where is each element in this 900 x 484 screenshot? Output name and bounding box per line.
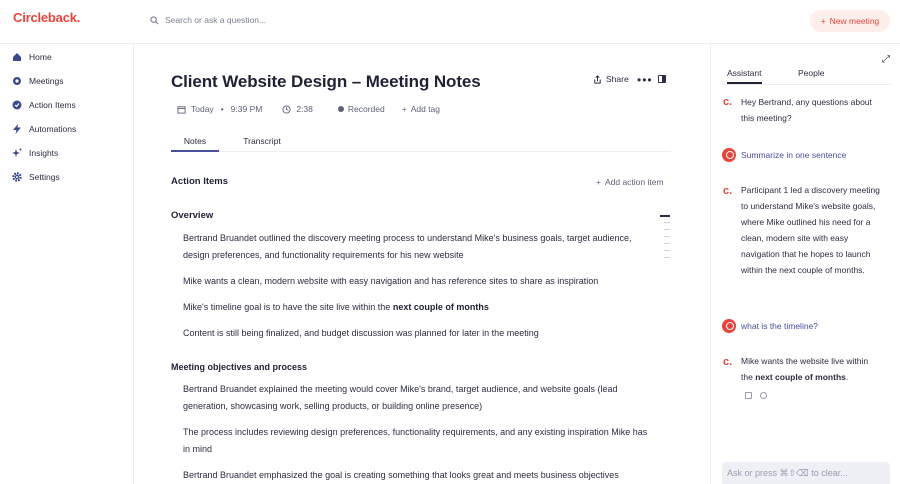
- add-action-item-label: Add action item: [604, 177, 664, 187]
- outline-minimap[interactable]: [664, 222, 670, 264]
- add-action-item-button[interactable]: + Add action item: [596, 177, 664, 187]
- meetings-icon: [13, 77, 21, 85]
- tab-notes[interactable]: Notes: [171, 136, 219, 152]
- objectives-bullet: Bertrand Bruandet emphasized the goal is…: [183, 470, 619, 480]
- more-options-icon[interactable]: •••: [637, 73, 653, 87]
- action-items-heading: Action Items: [171, 176, 229, 187]
- home-icon: [13, 53, 21, 61]
- clock-icon: [282, 104, 291, 114]
- sidebar-item-label: Settings: [29, 172, 60, 182]
- plus-icon: +: [596, 177, 601, 187]
- objectives-bullet: Bertrand Bruandet explained the meeting …: [183, 384, 618, 411]
- share-label: Share: [606, 74, 629, 84]
- sidebar-item-settings[interactable]: Settings: [12, 169, 60, 185]
- search-bar[interactable]: Search or ask a question...: [150, 15, 266, 25]
- sidebar-item-automations[interactable]: Automations: [12, 121, 76, 137]
- tab-transcript[interactable]: Transcript: [233, 136, 291, 152]
- tab-assistant[interactable]: Assistant: [727, 68, 762, 84]
- overview-bullet: Bertrand Bruandet outlined the discovery…: [183, 233, 632, 260]
- sidebar-item-insights[interactable]: Insights: [12, 145, 58, 161]
- meeting-notes-area: Client Website Design – Meeting Notes Sh…: [134, 44, 710, 484]
- record-dot-icon: [337, 106, 344, 112]
- bolt-icon: [13, 124, 21, 134]
- assistant-message: Hey Bertrand, any questions about this m…: [741, 97, 872, 123]
- top-bar: Circleback. Search or ask a question... …: [0, 0, 900, 44]
- circleback-logo-icon: c.: [723, 185, 733, 197]
- sparkle-icon: [12, 148, 22, 157]
- search-input[interactable]: Search or ask a question...: [165, 15, 266, 25]
- plus-icon: +: [820, 16, 826, 26]
- regenerate-icon[interactable]: [760, 392, 767, 399]
- assistant-panel: ⤢ Assistant People c. Hey Bertrand, any …: [710, 44, 900, 484]
- add-tag-label: Add tag: [410, 104, 441, 114]
- panel-toggle-icon[interactable]: [658, 75, 666, 83]
- sidebar-item-label: Meetings: [29, 76, 64, 86]
- tab-people[interactable]: People: [798, 68, 824, 84]
- collapse-icon[interactable]: [660, 215, 670, 217]
- recorded-label: Recorded: [347, 104, 385, 114]
- meeting-duration: 2:38: [296, 104, 313, 114]
- circleback-logo-icon: c.: [723, 96, 733, 108]
- meeting-date: Today: [191, 104, 214, 114]
- logo[interactable]: Circleback.: [13, 10, 80, 25]
- sidebar-item-label: Automations: [29, 124, 77, 134]
- message-actions: [745, 392, 767, 399]
- sidebar: Home Meetings Action Items Automations I…: [0, 44, 134, 484]
- new-meeting-label: New meeting: [829, 16, 880, 26]
- plus-icon: +: [401, 104, 407, 114]
- user-avatar-icon: [722, 148, 736, 162]
- calendar-icon: [177, 105, 186, 114]
- gear-icon: [12, 172, 22, 182]
- sidebar-item-label: Home: [29, 52, 52, 62]
- assistant-message: Mike wants the website live within the n…: [741, 356, 869, 382]
- notes-tabs: Notes Transcript: [171, 136, 671, 152]
- tabs-divider: [721, 84, 891, 85]
- recorded-badge: Recorded: [333, 102, 390, 116]
- add-tag-button[interactable]: + Add tag: [397, 102, 445, 116]
- ask-input[interactable]: Ask or press ⌘⇧⌫ to clear...: [722, 462, 890, 484]
- new-meeting-button[interactable]: + New meeting: [810, 10, 890, 32]
- meeting-meta: Today • 9:39 PM 2:38 Recorded + Add tag: [177, 102, 445, 116]
- search-icon: [150, 15, 159, 24]
- expand-icon[interactable]: ⤢: [882, 54, 890, 65]
- sidebar-item-home[interactable]: Home: [12, 49, 52, 65]
- overview-bullet: Mike wants a clean, modern website with …: [183, 276, 599, 286]
- objectives-heading: Meeting objectives and process: [171, 362, 308, 372]
- user-message: Summarize in one sentence: [741, 150, 847, 160]
- overview-bullet: Content is still being finalized, and bu…: [183, 328, 539, 338]
- sidebar-item-label: Action Items: [29, 100, 76, 110]
- circleback-logo-icon: c.: [723, 356, 733, 368]
- meeting-time: 9:39 PM: [230, 104, 263, 114]
- user-message: what is the timeline?: [741, 321, 819, 331]
- overview-bullet: Mike's timeline goal is to have the site…: [183, 302, 489, 312]
- objectives-bullet: The process includes reviewing design pr…: [183, 427, 648, 454]
- sidebar-item-action-items[interactable]: Action Items: [12, 97, 76, 113]
- meta-separator: •: [220, 104, 224, 114]
- share-icon: [594, 74, 601, 84]
- check-circle-icon: [12, 100, 22, 110]
- copy-icon[interactable]: [745, 392, 752, 399]
- page-title: Client Website Design – Meeting Notes: [171, 72, 481, 91]
- user-avatar-icon: [722, 319, 736, 333]
- sidebar-item-label: Insights: [29, 148, 59, 158]
- overview-heading: Overview: [171, 210, 214, 221]
- sidebar-item-meetings[interactable]: Meetings: [12, 73, 64, 89]
- share-button[interactable]: Share: [593, 74, 629, 84]
- assistant-message: Participant 1 led a discovery meeting to…: [741, 185, 880, 275]
